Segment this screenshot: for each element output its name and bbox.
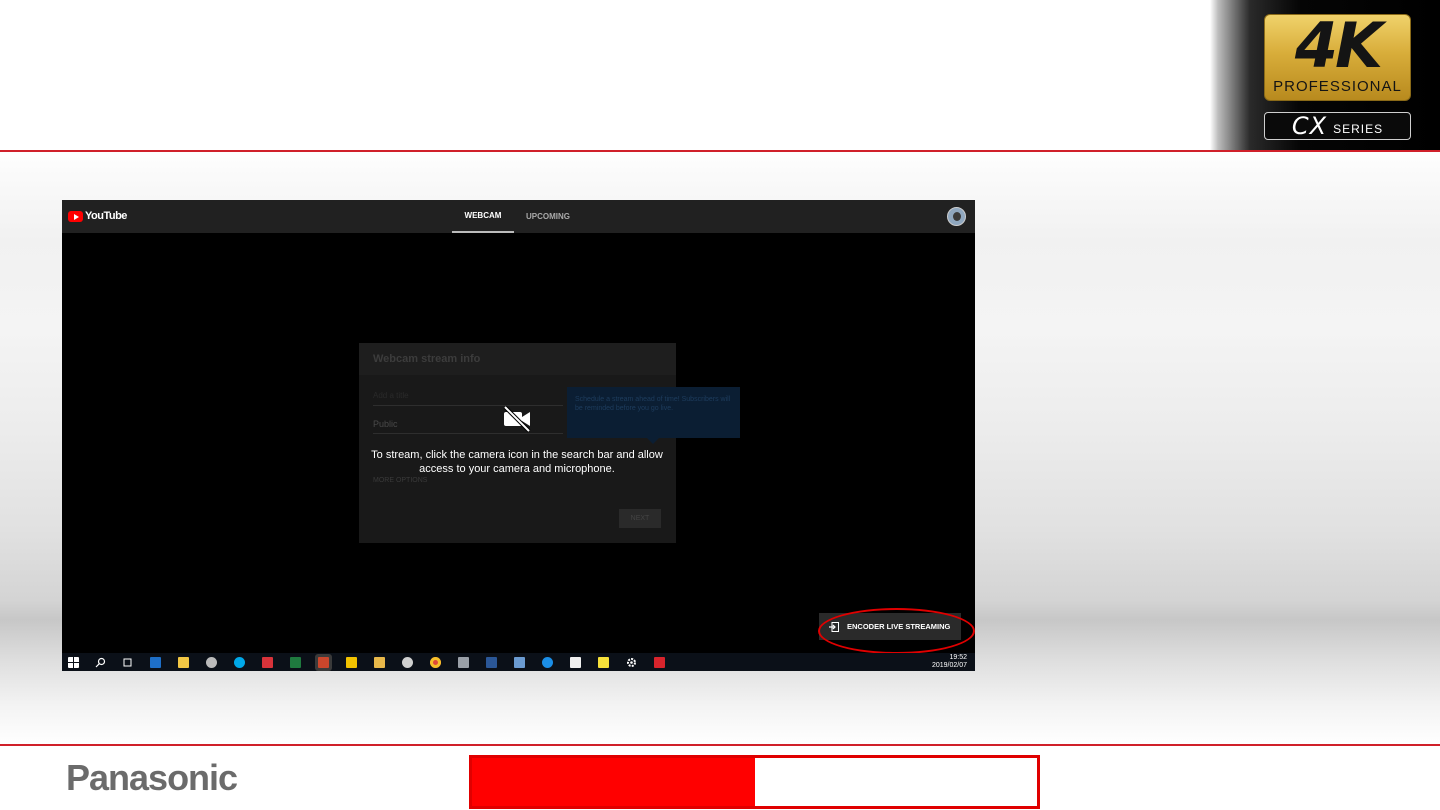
powerbi-icon[interactable] [346,657,357,668]
remote-desktop-icon[interactable] [514,657,525,668]
search-icon[interactable] [95,657,106,668]
clock-date: 2019/02/07 [931,662,967,669]
youtube-play-icon [68,210,83,222]
tab-webcam[interactable]: WEBCAM [452,200,514,233]
clock-time: 19:52 [949,654,967,661]
next-button[interactable]: NEXT [619,509,661,528]
windows-taskbar: 19:52 2019/02/07 [62,653,975,671]
youtube-header: YouTube WEBCAM UPCOMING [62,200,975,233]
skype-icon[interactable] [234,657,245,668]
youtube-studio-screenshot: YouTube WEBCAM UPCOMING Webcam stream in… [62,200,975,671]
powerpoint-icon[interactable] [318,657,329,668]
camera-off-icon [503,405,531,433]
title-field-underline [373,405,563,406]
more-options-link[interactable]: MORE OPTIONS [373,477,427,484]
dialog-title: Webcam stream info [373,353,481,365]
footer-red-fill [472,758,755,806]
file-explorer-icon[interactable] [374,657,385,668]
4k-professional-badge: 4K PROFESSIONAL [1264,14,1411,101]
app-icon[interactable] [206,657,217,668]
acrobat-icon[interactable] [654,657,665,668]
word-icon[interactable] [486,657,497,668]
highlight-circle [818,608,975,654]
task-view-icon[interactable] [122,657,133,668]
app-red-icon[interactable] [262,657,273,668]
cx-series-badge: CX SERIES [1264,112,1411,140]
avatar[interactable] [947,207,966,226]
header-divider [0,150,1440,152]
badge-professional-text: PROFESSIONAL [1273,78,1402,95]
youtube-logo[interactable]: YouTube [68,210,127,222]
outlook-icon[interactable] [150,657,161,668]
windows-start-icon[interactable] [68,657,79,668]
schedule-tooltip: Schedule a stream ahead of time! Subscri… [567,387,740,444]
webcam-stream-info-dialog: Webcam stream info Add a title Public MO… [359,343,676,543]
app-fox-icon[interactable] [458,657,469,668]
excel-icon[interactable] [290,657,301,668]
tooltip-text: Schedule a stream ahead of time! Subscri… [575,396,731,412]
camera-access-message: To stream, click the camera icon in the … [371,449,663,475]
notepad-icon[interactable] [570,657,581,668]
internet-explorer-icon[interactable] [542,657,553,668]
app-network-icon[interactable] [402,657,413,668]
chrome-icon[interactable] [430,657,441,668]
product-badge-panel: 4K PROFESSIONAL CX SERIES [1210,0,1440,150]
panasonic-logo: Panasonic [66,757,238,798]
badge-series-text: SERIES [1333,122,1384,136]
title-field[interactable]: Add a title [373,391,409,400]
privacy-select[interactable]: Public [373,419,398,429]
sticky-notes-icon[interactable] [178,657,189,668]
gear-icon[interactable] [626,657,637,668]
tab-upcoming[interactable]: UPCOMING [517,200,579,233]
badge-cx-text: CX [1291,112,1328,140]
youtube-wordmark: YouTube [85,210,127,222]
sticky-note-icon[interactable] [598,657,609,668]
taskbar-clock[interactable]: 19:52 2019/02/07 [932,654,967,670]
badge-4k-text: 4K [1294,14,1383,82]
footer-red-box [469,755,1040,809]
privacy-underline [373,433,563,434]
